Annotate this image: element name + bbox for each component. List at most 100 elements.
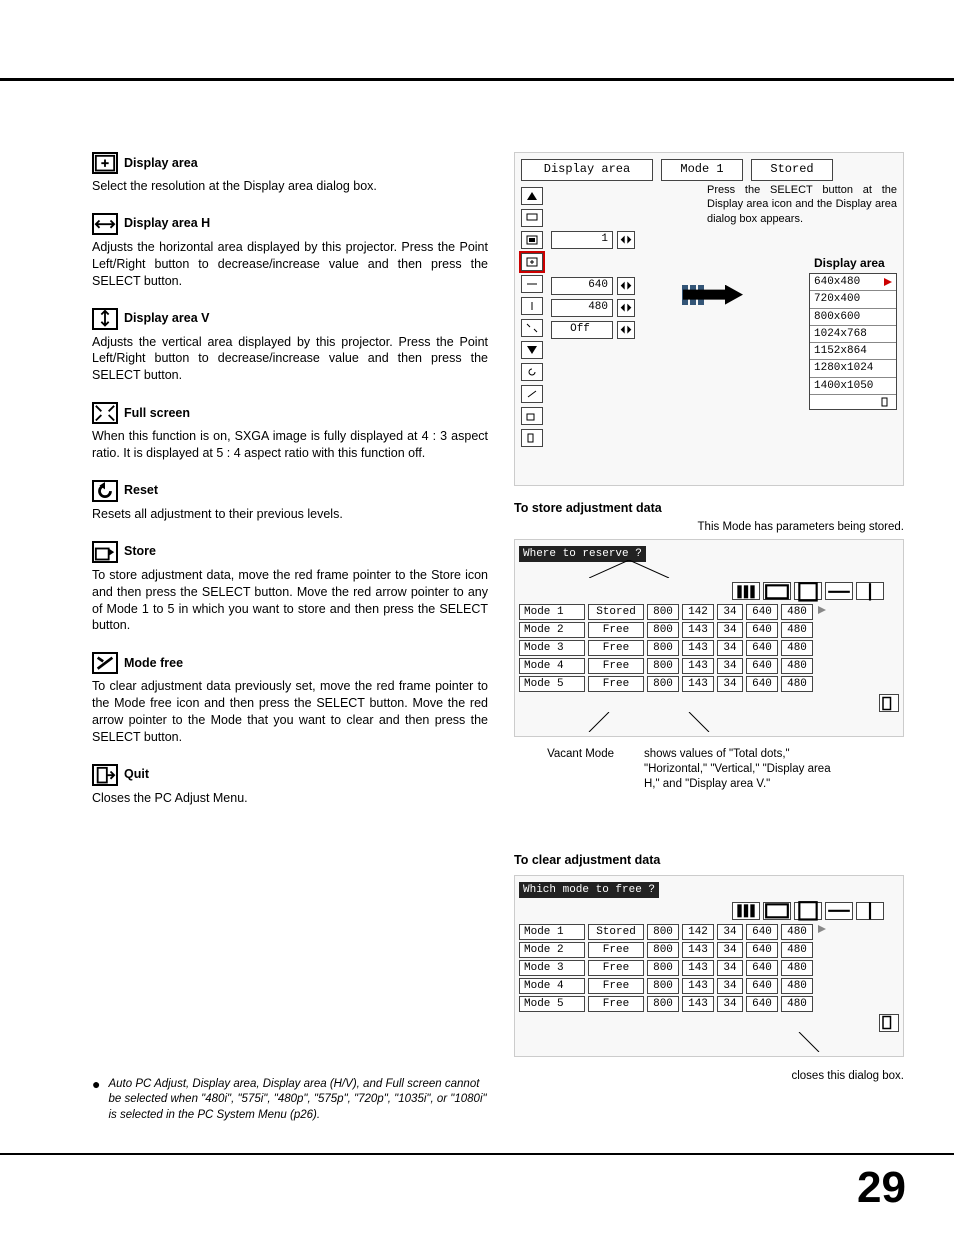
table-row[interactable]: Mode 4Free80014334640480	[519, 658, 899, 674]
osd-icon[interactable]	[521, 231, 543, 249]
body: Adjusts the horizontal area displayed by…	[92, 239, 488, 290]
title: Quit	[124, 766, 149, 783]
body: Closes the PC Adjust Menu.	[92, 790, 488, 807]
table-row[interactable]: Mode 4Free80014334640480	[519, 978, 899, 994]
body: When this function is on, SXGA image is …	[92, 428, 488, 462]
col-icon	[825, 582, 853, 600]
store-sub: This Mode has parameters being stored.	[514, 520, 904, 535]
item-display-area-v: Display area V Adjusts the vertical area…	[92, 308, 488, 385]
scroll-down-icon[interactable]	[521, 341, 543, 359]
bullet-icon: ●	[92, 1077, 100, 1124]
table-row[interactable]: Mode 1Stored80014234640480	[519, 924, 899, 940]
scroll-up-icon[interactable]	[521, 187, 543, 205]
table-row[interactable]: Mode 2Free80014334640480	[519, 942, 899, 958]
item-display-area: Display area Select the resolution at th…	[92, 152, 488, 195]
title: Display area	[124, 155, 198, 172]
display-area-icon	[92, 152, 118, 174]
annot-vacant: Vacant Mode	[514, 747, 614, 792]
store-annot: Vacant Mode shows values of "Total dots,…	[514, 747, 904, 792]
quit-icon	[92, 764, 118, 786]
osd-val-4: Off	[551, 321, 613, 339]
table-row[interactable]: Mode 5Free80014334640480	[519, 676, 899, 692]
osd-quit-icon[interactable]	[521, 429, 543, 447]
body: To store adjustment data, move the red f…	[92, 567, 488, 635]
body: To clear adjustment data previously set,…	[92, 678, 488, 746]
leftright-icon[interactable]	[617, 299, 635, 317]
osd-icon-column	[521, 187, 543, 447]
page-number: 29	[857, 1163, 906, 1213]
close-icon[interactable]	[879, 694, 899, 712]
title: Display area V	[124, 310, 209, 327]
osd-mode: Mode 1	[661, 159, 743, 181]
osd-fullscreen-icon[interactable]	[521, 319, 543, 337]
title: Mode free	[124, 655, 183, 672]
osd-value-column: 1 640 480 Off	[551, 231, 635, 447]
osd-h-icon[interactable]	[521, 275, 543, 293]
res-item[interactable]: 1280x1024	[810, 360, 896, 377]
left-column: Display area Select the resolution at th…	[92, 152, 488, 1123]
item-quit: Quit Closes the PC Adjust Menu.	[92, 764, 488, 807]
store-heading: To store adjustment data	[514, 500, 904, 516]
clear-table: Which mode to free ? Mode 1Stored8001423…	[514, 875, 904, 1057]
mode-free-icon	[92, 652, 118, 674]
col-icon	[825, 902, 853, 920]
title: Store	[124, 543, 156, 560]
osd-store-icon[interactable]	[521, 407, 543, 425]
osd-val-3: 480	[551, 299, 613, 317]
res-item[interactable]: 1024x768	[810, 326, 896, 343]
display-area-h-icon	[92, 213, 118, 235]
res-item[interactable]: 800x600	[810, 309, 896, 326]
col-icon	[794, 902, 822, 920]
title: Reset	[124, 482, 158, 499]
col-icons	[519, 902, 899, 920]
osd-stored: Stored	[751, 159, 833, 181]
res-item[interactable]: 720x400	[810, 291, 896, 308]
store-icon	[92, 541, 118, 563]
table-row[interactable]: Mode 2Free80014334640480	[519, 622, 899, 638]
table-row[interactable]: Mode 5Free80014334640480	[519, 996, 899, 1012]
osd-val-2: 640	[551, 277, 613, 295]
clear-tbltitle: Which mode to free ?	[519, 882, 659, 898]
osd-val-1: 1	[551, 231, 613, 249]
item-reset: Reset Resets all adjustment to their pre…	[92, 480, 488, 523]
leftright-icon[interactable]	[617, 321, 635, 339]
footnote-text: Auto PC Adjust, Display area, Display ar…	[108, 1077, 488, 1124]
table-row[interactable]: Mode 3Free80014334640480	[519, 640, 899, 656]
footnote: ● Auto PC Adjust, Display area, Display …	[92, 1077, 488, 1124]
display-area-v-icon	[92, 308, 118, 330]
full-screen-icon	[92, 402, 118, 424]
table-row[interactable]: Mode 1Stored80014234640480	[519, 604, 899, 620]
item-mode-free: Mode free To clear adjustment data previ…	[92, 652, 488, 746]
osd-icon[interactable]	[521, 209, 543, 227]
reslist-title: Display area	[810, 254, 896, 274]
col-icon	[794, 582, 822, 600]
col-icon	[763, 582, 791, 600]
col-icons	[519, 582, 899, 600]
leftright-icon[interactable]	[617, 277, 635, 295]
osd-display-area-icon[interactable]	[521, 253, 543, 271]
res-quit[interactable]	[810, 395, 896, 409]
closes-text: closes this dialog box.	[514, 1069, 904, 1084]
title: Full screen	[124, 405, 190, 422]
clear-heading: To clear adjustment data	[514, 852, 904, 868]
body: Select the resolution at the Display are…	[92, 178, 488, 195]
table-row[interactable]: Mode 3Free80014334640480	[519, 960, 899, 976]
res-item[interactable]: 640x480	[810, 274, 896, 291]
annot-values: shows values of "Total dots," "Horizonta…	[644, 747, 844, 792]
osd-panel: Display area Mode 1 Stored Press the SEL…	[514, 152, 904, 486]
right-column: Display area Mode 1 Stored Press the SEL…	[514, 152, 904, 1123]
leftright-icon[interactable]	[617, 231, 635, 249]
resolution-list: Display area 640x480 720x400 800x600 102…	[809, 273, 897, 410]
reset-icon	[92, 480, 118, 502]
res-item[interactable]: 1152x864	[810, 343, 896, 360]
res-item[interactable]: 1400x1050	[810, 378, 896, 395]
store-table: Where to reserve ? Mode 1Stored800142346…	[514, 539, 904, 737]
col-icon	[732, 582, 760, 600]
body: Adjusts the vertical area displayed by t…	[92, 334, 488, 385]
osd-v-icon[interactable]	[521, 297, 543, 315]
osd-reset-icon[interactable]	[521, 363, 543, 381]
pointer-icon	[882, 277, 892, 287]
close-icon[interactable]	[879, 1014, 899, 1032]
osd-title: Display area	[521, 159, 653, 181]
osd-modefree-icon[interactable]	[521, 385, 543, 403]
